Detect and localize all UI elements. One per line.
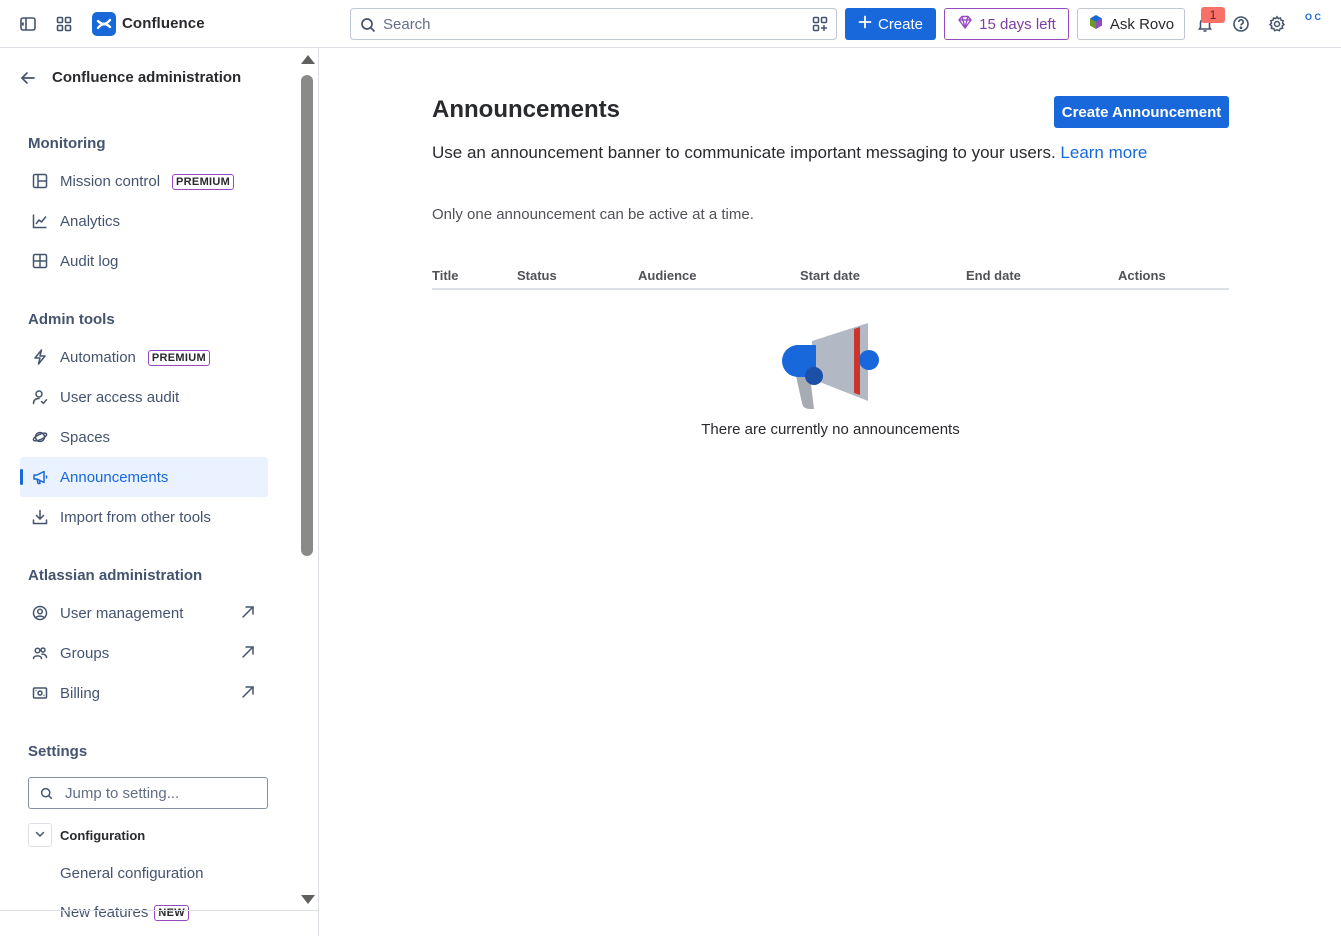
search-box[interactable] [350, 8, 837, 40]
sidebar-item-analytics[interactable]: Analytics [20, 201, 268, 241]
sidebar-title: Confluence administration [52, 69, 242, 86]
jump-to-setting-input[interactable] [65, 778, 260, 808]
sidebar-item-label: Automation [60, 349, 136, 366]
external-link-icon [240, 604, 258, 622]
sidebar-item-label: User access audit [60, 389, 180, 406]
lightning-icon [31, 348, 49, 366]
sidebar-item-label: Spaces [60, 429, 111, 446]
app-switcher-icon[interactable] [52, 12, 76, 36]
column-header-status: Status [517, 268, 557, 283]
sidebar-item-spaces[interactable]: Spaces [20, 417, 268, 457]
sidebar-item-label: User management [60, 605, 184, 622]
main-content: Announcements Create Announcement Use an… [320, 48, 1341, 936]
sidebar-item-label: Mission control [60, 173, 161, 190]
sidebar-item-user-access-audit[interactable]: User access audit [20, 377, 268, 417]
help-icon[interactable] [1229, 12, 1253, 36]
chevron-down-icon [34, 827, 46, 843]
back-arrow-icon[interactable] [18, 68, 38, 88]
configuration-collapse-toggle[interactable] [28, 823, 52, 847]
column-header-actions: Actions [1118, 268, 1166, 283]
sidebar-item-label: Billing [60, 685, 101, 702]
sidebar-scrollbar[interactable] [298, 48, 318, 912]
sidebar-item-user-management[interactable]: User management [20, 593, 268, 633]
external-link-icon [240, 644, 258, 662]
trial-days-button[interactable]: 15 days left [944, 8, 1069, 40]
scroll-up-arrow-icon[interactable] [301, 55, 315, 64]
sidebar-item-audit-log[interactable]: Audit log [20, 241, 268, 281]
top-navigation-bar: Confluence Create 15 days left Ask Rovo … [0, 0, 1341, 48]
sidebar-item-label: Announcements [60, 469, 169, 486]
planet-icon [31, 428, 49, 446]
sidebar-item-label: Analytics [60, 213, 121, 230]
ask-rovo-label: Ask Rovo [1109, 15, 1175, 33]
scroll-down-arrow-icon[interactable] [301, 895, 315, 904]
sidebar-item-import[interactable]: Import from other tools [20, 497, 268, 537]
megaphone-icon [31, 468, 49, 486]
scrollbar-thumb[interactable] [301, 75, 313, 556]
sidebar-item-label: New features [60, 904, 149, 921]
admin-sidebar: Confluence administration Monitoring Mis… [0, 48, 319, 936]
user-avatar[interactable]: O C [1299, 12, 1327, 36]
megaphone-illustration-icon [780, 321, 880, 411]
jump-to-setting-box[interactable] [28, 777, 268, 809]
create-announcement-button[interactable]: Create Announcement [1054, 96, 1229, 128]
table-icon [31, 252, 49, 270]
trial-days-label: 15 days left [979, 15, 1056, 33]
layout-icon [31, 172, 49, 190]
line-chart-icon [31, 212, 49, 230]
description-text: Use an announcement banner to communicat… [432, 143, 1056, 162]
confluence-logo-icon[interactable] [92, 12, 116, 36]
new-badge: NEW [154, 905, 189, 921]
search-icon [40, 787, 53, 803]
settings-gear-icon[interactable] [1265, 12, 1289, 36]
sidebar-item-general-configuration[interactable]: General configuration [60, 865, 203, 882]
single-announcement-note: Only one announcement can be active at a… [432, 206, 754, 223]
section-heading-monitoring: Monitoring [28, 135, 106, 152]
empty-state-message: There are currently no announcements [701, 421, 960, 438]
user-check-icon [31, 388, 49, 406]
create-button-label: Create [877, 15, 924, 33]
sidebar-item-new-features[interactable]: New features NEW [60, 904, 189, 922]
column-header-end-date: End date [966, 268, 1021, 283]
sidebar-bottom-divider [0, 910, 318, 911]
sidebar-item-label: Groups [60, 645, 110, 662]
sidebar-item-label: Import from other tools [60, 509, 211, 526]
search-input[interactable] [383, 9, 803, 39]
configuration-group-label[interactable]: Configuration [60, 828, 145, 843]
column-header-start-date: Start date [800, 268, 860, 283]
section-heading-admin-tools: Admin tools [28, 311, 115, 328]
column-header-audience: Audience [638, 268, 697, 283]
billing-icon [31, 684, 49, 702]
column-header-title: Title [432, 268, 459, 283]
sidebar-item-mission-control[interactable]: Mission control PREMIUM [20, 161, 268, 201]
download-icon [31, 508, 49, 526]
diamond-icon [957, 14, 973, 34]
sidebar-item-label: Audit log [60, 253, 119, 270]
announcements-table-header: Title Status Audience Start date End dat… [432, 268, 1229, 290]
ask-rovo-button[interactable]: Ask Rovo [1077, 8, 1185, 40]
premium-badge: PREMIUM [172, 174, 235, 190]
page-description: Use an announcement banner to communicat… [432, 143, 1147, 163]
external-link-icon [240, 684, 258, 702]
plus-icon [858, 15, 872, 33]
rovo-icon [1088, 14, 1104, 34]
premium-badge: PREMIUM [147, 350, 210, 366]
people-icon [31, 644, 49, 662]
section-heading-settings: Settings [28, 743, 88, 760]
sidebar-item-announcements[interactable]: Announcements [20, 457, 268, 497]
sidebar-toggle-icon[interactable] [16, 12, 40, 36]
sidebar-item-automation[interactable]: Automation PREMIUM [20, 337, 268, 377]
search-filter-icon[interactable] [812, 16, 828, 35]
user-circle-icon [31, 604, 49, 622]
section-heading-atlassian-administration: Atlassian administration [28, 567, 203, 584]
app-name[interactable]: Confluence [122, 15, 205, 32]
learn-more-link[interactable]: Learn more [1060, 143, 1147, 162]
sidebar-item-billing[interactable]: Billing [20, 673, 268, 713]
page-title: Announcements [432, 96, 621, 123]
search-icon [360, 17, 376, 36]
notification-count-badge: 1 [1201, 7, 1225, 23]
sidebar-item-groups[interactable]: Groups [20, 633, 268, 673]
create-button[interactable]: Create [845, 8, 936, 40]
